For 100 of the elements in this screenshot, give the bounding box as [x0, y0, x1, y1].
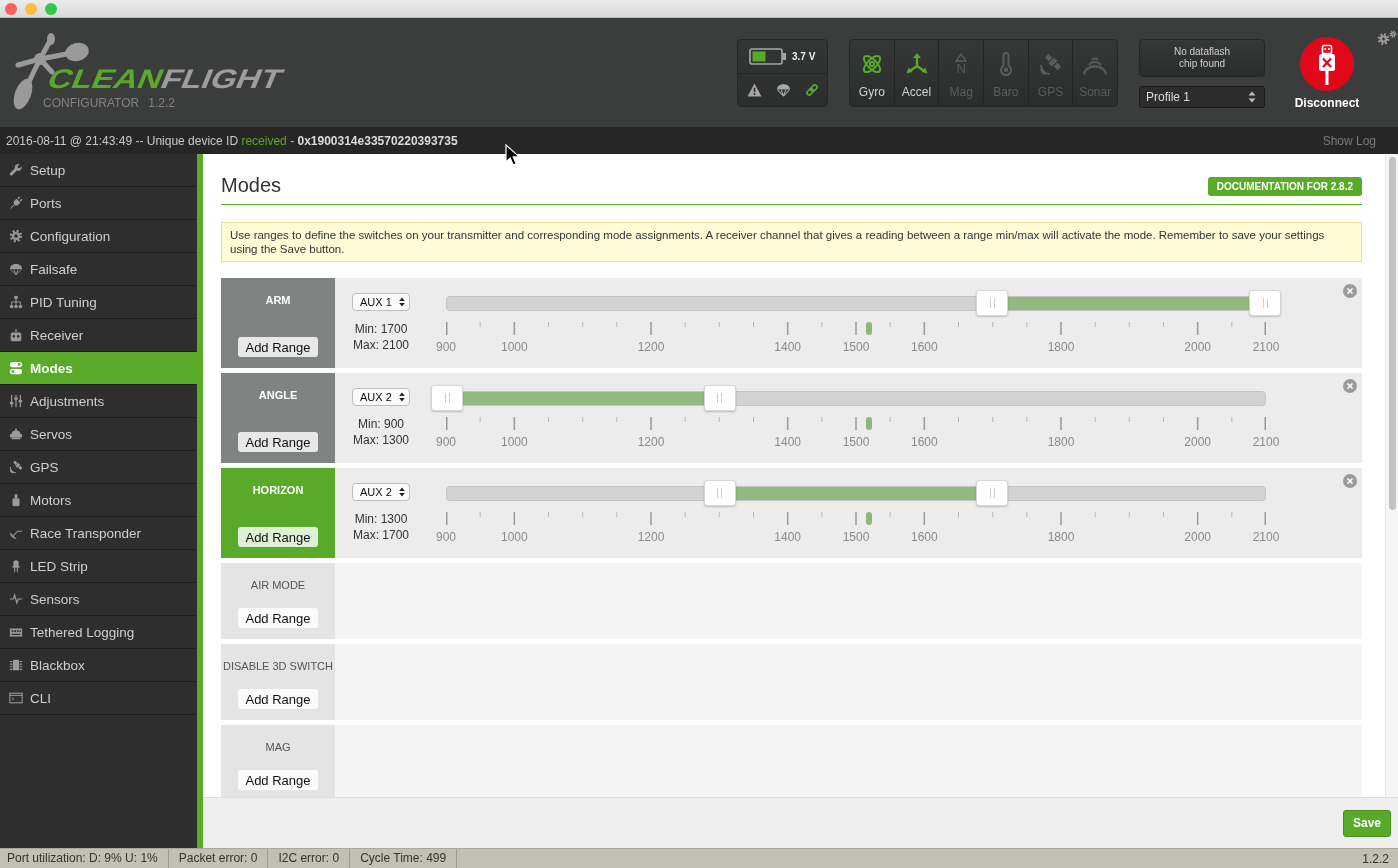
range-handle[interactable] — [703, 385, 736, 411]
range-max: Max: 1300 — [352, 432, 409, 448]
sensor-label: Gyro — [858, 85, 885, 99]
scale-label: 2000 — [1184, 340, 1211, 354]
scale-label: 1200 — [637, 340, 665, 354]
updown-caret-icon — [399, 487, 405, 497]
parachute-icon — [9, 262, 23, 276]
remove-range-icon[interactable] — [1343, 379, 1357, 393]
toggle-icon — [9, 361, 23, 375]
add-range-button[interactable]: Add Range — [238, 337, 318, 357]
range-handle[interactable] — [703, 480, 736, 506]
scale-label: 1400 — [774, 530, 801, 544]
logo-subtitle: CONFIGURATOR — [43, 96, 140, 110]
range-max: Max: 1700 — [352, 527, 409, 543]
scale-label: 2100 — [1252, 435, 1280, 449]
status-item: I2C error: 0 — [268, 849, 351, 868]
scale-label: 1800 — [1047, 340, 1075, 354]
logo-wordmark: CLEANFLIGHT — [44, 67, 287, 91]
add-range-button[interactable]: Add Range — [238, 608, 318, 628]
scale-label: 1800 — [1047, 530, 1075, 544]
logo-version: 1.2.2 — [148, 96, 175, 110]
scrollbar-track[interactable] — [1385, 154, 1398, 797]
scale-label: 900 — [436, 530, 456, 544]
range-min: Min: 1300 — [354, 511, 408, 527]
remove-range-icon[interactable] — [1343, 474, 1357, 488]
status-item: Cycle Time: 499 — [350, 849, 458, 868]
range-max: Max: 2100 — [352, 337, 409, 353]
hierarchy-icon — [9, 295, 23, 309]
scale-label: 1000 — [501, 530, 528, 544]
settings-icon[interactable] — [1376, 30, 1398, 46]
scale-label: 1500 — [842, 340, 870, 354]
scale-label: 1600 — [911, 340, 938, 354]
channel-select[interactable]: AUX 2 — [352, 388, 410, 406]
range-handle[interactable] — [976, 290, 1009, 316]
updown-caret-icon — [399, 392, 405, 402]
zoom-window-button[interactable] — [45, 2, 57, 15]
scale-label: 1000 — [501, 435, 528, 449]
app-version: 1.2.2 — [1362, 851, 1390, 866]
channel-select[interactable]: AUX 1 — [352, 293, 410, 311]
scale-label: 1400 — [774, 340, 801, 354]
mode-name: HORIZON — [252, 483, 304, 498]
scale-label: 900 — [436, 340, 456, 354]
robot-icon — [9, 328, 23, 342]
channel-select[interactable]: AUX 2 — [352, 483, 410, 501]
axes-arrows-icon — [904, 52, 929, 76]
terminal-icon — [9, 691, 23, 705]
add-range-button[interactable]: Add Range — [238, 527, 318, 547]
info-note: Use ranges to define the switches on your transmitter and corresponding mode assignments. A receiver channel that gives a reading between a range min/max will activate the mode. Remember to save your settings using the Save button. — [221, 222, 1362, 262]
log-message: 2016-08-11 @ 21:43:49 -- Unique device ID received - 0x1900314e33570220393735 — [6, 133, 458, 148]
mode-name: AIR MODE — [250, 578, 306, 593]
plug-icon — [9, 196, 23, 210]
scale-label: 1200 — [637, 435, 665, 449]
updown-caret-icon — [1248, 91, 1256, 103]
add-range-button[interactable]: Add Range — [238, 689, 318, 709]
wrench-icon — [9, 163, 23, 177]
minimize-window-button[interactable] — [25, 2, 37, 15]
disconnect-button[interactable]: Disconnect — [1292, 37, 1362, 110]
servo-icon — [9, 427, 23, 441]
scale-label: 2000 — [1184, 530, 1211, 544]
scale-label: 2000 — [1184, 435, 1211, 449]
satellite-icon — [1038, 52, 1063, 76]
compass-needle-icon — [955, 52, 968, 62]
updown-caret-icon — [399, 297, 405, 307]
show-log-link[interactable]: Show Log — [1322, 133, 1376, 148]
dataflash-status: No dataflash chip found — [1139, 39, 1265, 77]
status-item: Packet error: 0 — [168, 849, 269, 868]
scale-label: 1600 — [911, 530, 938, 544]
range-handle[interactable] — [431, 385, 463, 411]
chip-icon — [9, 658, 23, 672]
sensor-label: Accel — [901, 85, 932, 99]
scale-label: 1800 — [1047, 435, 1075, 449]
mode-name: ARM — [265, 293, 291, 308]
status-item: Port utilization: D: 9% U: 1% — [0, 849, 169, 868]
scale-label: 1000 — [501, 340, 528, 354]
remove-range-icon[interactable] — [1343, 284, 1357, 298]
satellite-icon — [9, 460, 23, 474]
gear-icon — [9, 229, 23, 243]
scale-label: 1600 — [911, 435, 938, 449]
range-min: Min: 900 — [358, 416, 404, 432]
battery-icon — [749, 48, 787, 65]
pulse-icon — [9, 592, 23, 606]
add-range-button[interactable]: Add Range — [238, 770, 318, 790]
range-handle[interactable] — [976, 480, 1009, 506]
profile-select[interactable]: Profile 1 — [1139, 86, 1265, 108]
scale-label: 1500 — [842, 530, 870, 544]
scale-label: 2100 — [1252, 530, 1280, 544]
add-range-button[interactable]: Add Range — [238, 432, 318, 452]
sliders-icon — [9, 394, 23, 408]
scale-label: 1500 — [842, 435, 870, 449]
range-min: Min: 1700 — [354, 321, 408, 337]
mode-name: DISABLE 3D SWITCH — [223, 659, 333, 674]
scale-label: 900 — [436, 435, 456, 449]
close-window-button[interactable] — [5, 2, 17, 15]
scale-label: 2100 — [1252, 340, 1280, 354]
scale-label: 1400 — [774, 435, 801, 449]
page-title: Modes — [221, 173, 282, 198]
scrollbar-thumb[interactable] — [1389, 157, 1396, 510]
range-handle[interactable] — [1249, 290, 1281, 316]
scale-label: 1200 — [637, 530, 665, 544]
mode-name: MAG — [265, 740, 291, 755]
